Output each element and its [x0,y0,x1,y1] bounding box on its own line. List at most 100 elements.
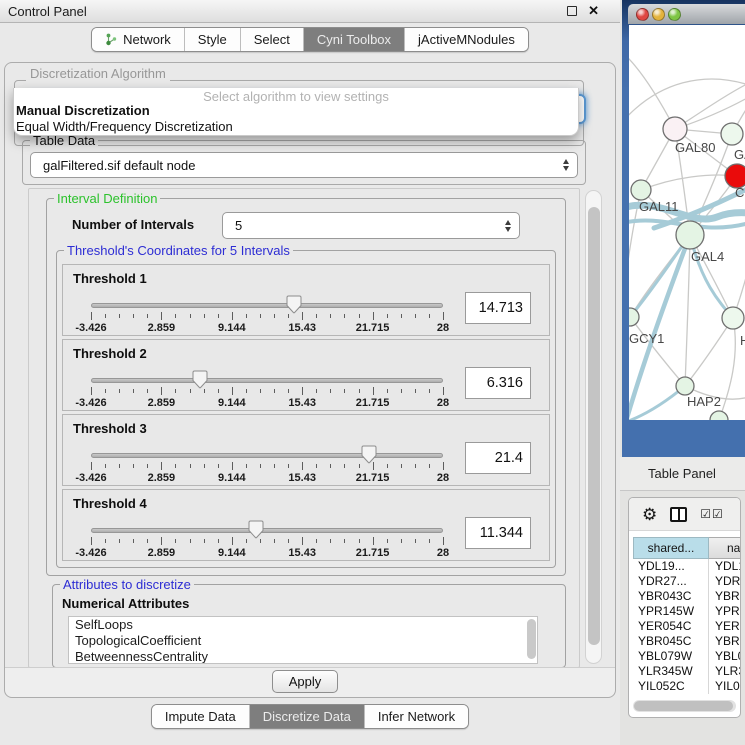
table-row[interactable]: YER054CYER0 [633,619,740,634]
threshold-slider[interactable]: -3.4262.8599.14415.4321.71528 [91,298,443,334]
tab-discretize-data[interactable]: Discretize Data [250,705,365,728]
table-cell-name[interactable]: YBR0 [709,634,740,649]
network-node-h-partial[interactable] [722,307,744,329]
network-node-gal11[interactable] [631,180,651,200]
table-cell-shared-name[interactable]: YBL079W [633,649,709,664]
number-of-intervals-spinner[interactable]: 5 [222,212,520,239]
table-cell-shared-name[interactable]: YIL052C [633,679,709,694]
column-header-shared-name[interactable]: shared... [633,537,709,559]
tab-network[interactable]: Network [92,28,185,51]
table-row[interactable]: YBR045CYBR0 [633,634,740,649]
threshold-3-slider-thumb[interactable] [361,445,377,464]
network-edge[interactable] [629,79,745,121]
minimize-traffic-light[interactable] [652,8,665,21]
table-settings-gear-icon[interactable]: ⚙ [642,506,657,523]
table-cell-shared-name[interactable]: YDL19... [633,559,709,574]
table-horizontal-scrollbar[interactable] [633,700,736,712]
threshold-3-value-box[interactable]: 21.4 [465,442,531,474]
network-node-hap2[interactable] [676,377,694,395]
table-row[interactable]: YBR043CYBR0 [633,589,740,604]
network-node-gal80[interactable] [663,117,687,141]
attribute-list-item-selfloops[interactable]: SelfLoops [69,617,537,633]
threshold-slider[interactable]: -3.4262.8599.14415.4321.71528 [91,523,443,559]
network-canvas[interactable]: GAL80GACGAL11GAL4GCY1HHAP2 [629,25,745,420]
network-edge[interactable] [641,175,737,190]
attribute-list-item-betweennesscentrality[interactable]: BetweennessCentrality [69,649,537,664]
column-select-checkboxes-icon[interactable]: ☑☑ [700,507,724,521]
network-edge[interactable] [685,318,733,386]
hscrollbar-thumb[interactable] [634,701,733,711]
list-scrollbar-thumb[interactable] [527,619,536,659]
threshold-4-slider-thumb[interactable] [248,520,264,539]
dropdown-option-equal-width-frequency[interactable]: Equal Width/Frequency Discretization [16,119,574,134]
float-panel-icon[interactable] [567,6,577,16]
network-edge[interactable] [685,235,690,386]
table-cell-shared-name[interactable]: YBR043C [633,589,709,604]
threshold-label: Threshold 2 [73,346,147,361]
threshold-2-value-box[interactable]: 6.316 [465,367,531,399]
tab-infer-network[interactable]: Infer Network [365,705,468,728]
table-cell-name[interactable]: YBL0 [709,649,740,664]
table-row[interactable]: YDL19...YDL1 [633,559,740,574]
table-cell-name[interactable]: YDR2 [709,574,740,589]
tab-cyni-toolbox[interactable]: Cyni Toolbox [304,28,405,51]
threshold-slider[interactable]: -3.4262.8599.14415.4321.71528 [91,373,443,409]
table-row[interactable]: YIL052CYIL0 [633,679,740,694]
table-cell-name[interactable]: YER0 [709,619,740,634]
tick-mark [373,537,374,545]
table-cell-shared-name[interactable]: YPR145W [633,604,709,619]
close-panel-icon[interactable]: ✕ [588,3,599,19]
close-traffic-light[interactable] [636,8,649,21]
apply-button[interactable]: Apply [272,670,338,693]
tick-mark [260,389,261,393]
dropdown-prompt-item[interactable]: Select algorithm to view settings [14,89,578,104]
tab-label: Cyni Toolbox [317,32,391,47]
maximize-traffic-light[interactable] [668,8,681,21]
tab-jactivemnodules[interactable]: jActiveMNodules [405,28,528,51]
tick-mark [218,314,219,318]
dropdown-option-manual-discretization[interactable]: Manual Discretization [16,103,574,118]
numerical-attributes-list[interactable]: SelfLoopsTopologicalCoefficientBetweenne… [68,616,538,664]
network-edge-thick[interactable] [630,235,690,317]
network-edge[interactable] [629,55,675,129]
network-window-titlebar[interactable] [628,4,745,24]
table-cell-name[interactable]: YLR3 [709,664,740,679]
network-edge[interactable] [719,318,735,420]
network-node-gal-partial[interactable] [721,123,743,145]
spinner-stepper-icon[interactable] [505,220,511,232]
network-node-gal4[interactable] [676,221,704,249]
table-row[interactable]: YBL079WYBL0 [633,649,740,664]
threshold-1-slider-thumb[interactable] [286,295,302,314]
network-node-gcy1[interactable] [629,308,639,326]
table-row[interactable]: YLR345WYLR3 [633,664,740,679]
combo-stepper-icon[interactable] [563,159,569,171]
tick-mark [288,314,289,318]
table-cell-shared-name[interactable]: YDR27... [633,574,709,589]
slider-ticks [91,387,443,395]
table-cell-name[interactable]: YBR0 [709,589,740,604]
table-row[interactable]: YPR145WYPR1 [633,604,740,619]
table-cell-name[interactable]: YIL0 [709,679,740,694]
scale-label: 21.715 [356,322,390,334]
table-cell-shared-name[interactable]: YLR345W [633,664,709,679]
attribute-list-item-topologicalcoefficient[interactable]: TopologicalCoefficient [69,633,537,649]
threshold-2-slider-thumb[interactable] [192,370,208,389]
table-row[interactable]: YDR27...YDR2 [633,574,740,589]
threshold-4-value-box[interactable]: 11.344 [465,517,531,549]
scrollbar-thumb[interactable] [588,207,600,645]
threshold-1-value-box[interactable]: 14.713 [465,292,531,324]
network-node-bottom-partial[interactable] [710,411,728,420]
threshold-slider[interactable]: -3.4262.8599.14415.4321.71528 [91,448,443,484]
tab-impute-data[interactable]: Impute Data [152,705,250,728]
table-cell-shared-name[interactable]: YER054C [633,619,709,634]
tick-mark [190,539,191,543]
column-header-name[interactable]: na [709,537,740,559]
tab-style[interactable]: Style [185,28,241,51]
table-cell-name[interactable]: YDL1 [709,559,740,574]
table-cell-shared-name[interactable]: YBR045C [633,634,709,649]
table-cell-name[interactable]: YPR1 [709,604,740,619]
columns-layout-icon[interactable] [670,507,687,522]
settings-vertical-scrollbar[interactable] [585,190,602,664]
tab-select[interactable]: Select [241,28,304,51]
table-data-combobox[interactable]: galFiltered.sif default node [30,152,578,178]
